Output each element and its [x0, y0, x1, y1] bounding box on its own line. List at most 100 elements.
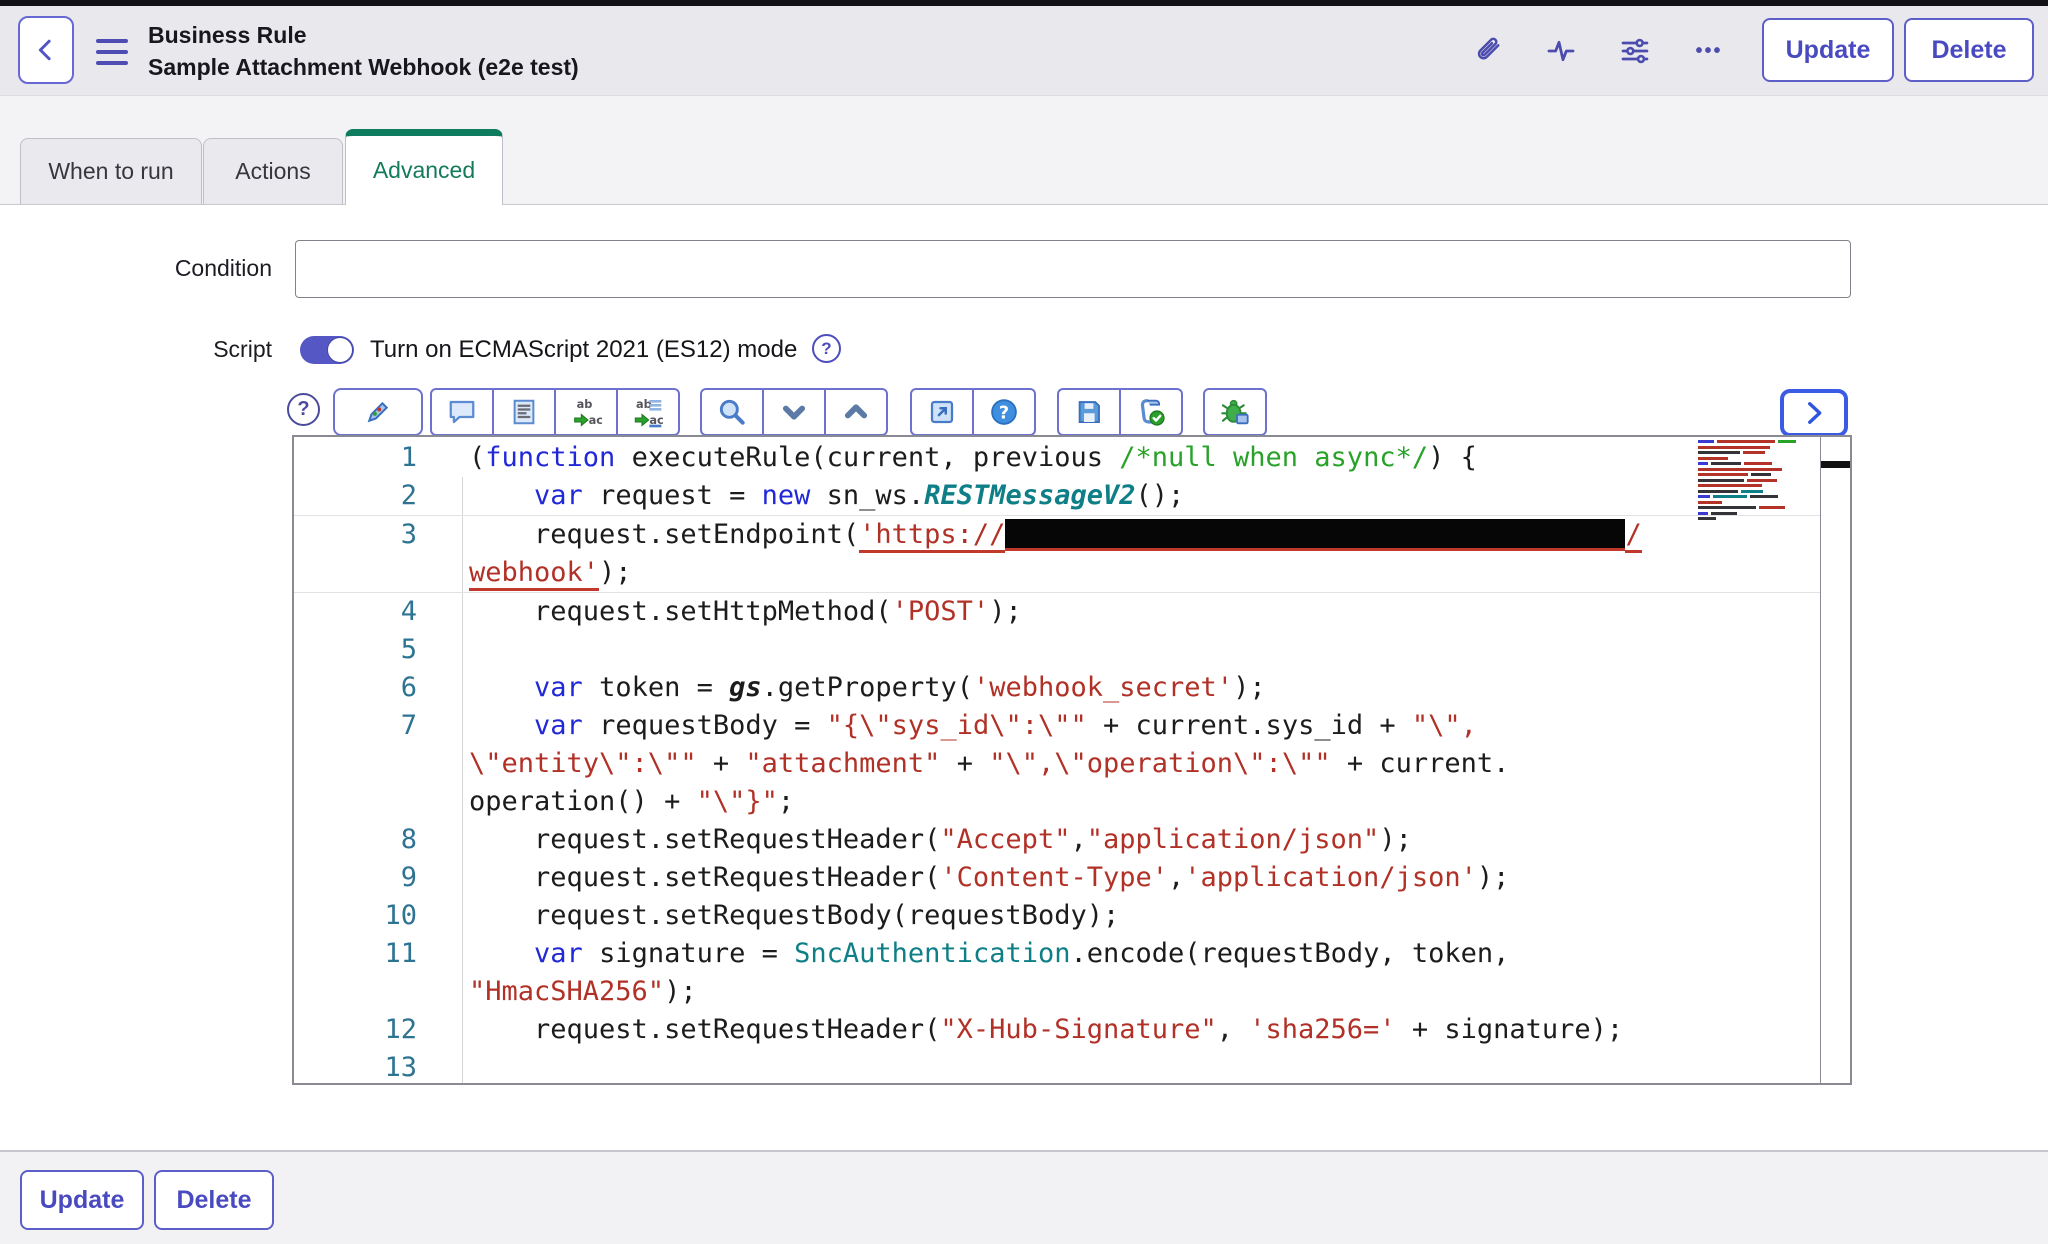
svg-text:ac: ac: [589, 413, 602, 427]
personalize-sliders-icon[interactable]: [1618, 34, 1652, 68]
code-line[interactable]: 12 request.setRequestHeader("X-Hub-Signa…: [294, 1011, 1820, 1049]
chevron-down-icon: [780, 398, 808, 426]
toolbar-group-edit: abac abac: [430, 388, 680, 436]
line-number: 3: [294, 516, 417, 592]
replace-all-ab-ac-icon: abac: [632, 396, 664, 428]
line-number: 9: [294, 859, 417, 897]
code-line[interactable]: 11 var signature = SncAuthentication.enc…: [294, 935, 1820, 1011]
line-number: 2: [294, 477, 417, 515]
code-line[interactable]: 8 request.setRequestHeader("Accept","app…: [294, 821, 1820, 859]
chevron-right-icon: [1797, 396, 1831, 430]
format-code-button[interactable]: [492, 388, 556, 436]
toggle-comment-button[interactable]: [430, 388, 494, 436]
replace-all-icon-button[interactable]: abac: [616, 388, 680, 436]
code-line[interactable]: 13: [294, 1049, 1820, 1085]
code-line[interactable]: 10 request.setRequestBody(requestBody);: [294, 897, 1820, 935]
code-minimap[interactable]: [1698, 440, 1816, 526]
line-number: 10: [294, 897, 417, 935]
es-mode-label: Turn on ECMAScript 2021 (ES12) mode: [370, 336, 797, 364]
comment-bubble-icon: [447, 397, 477, 427]
check-syntax-button[interactable]: [1119, 388, 1183, 436]
line-number: 8: [294, 821, 417, 859]
business-rule-form: Business Rule Sample Attachment Webhook …: [0, 0, 2048, 1244]
code-line[interactable]: 6 var token = gs.getProperty('webhook_se…: [294, 669, 1820, 707]
save-button[interactable]: [1057, 388, 1121, 436]
scrollbar-thumb[interactable]: [1821, 461, 1850, 468]
syntax-editor-toggle-button[interactable]: [333, 388, 423, 436]
document-lines-icon: [509, 397, 539, 427]
code-line[interactable]: 9 request.setRequestHeader('Content-Type…: [294, 859, 1820, 897]
replace-icon-button[interactable]: ab ac: [554, 388, 618, 436]
chevron-up-icon: [842, 398, 870, 426]
toolbar-group-debug: [1203, 388, 1267, 436]
script-label: Script: [22, 336, 272, 363]
open-in-new-window-button[interactable]: [910, 388, 974, 436]
floppy-disk-icon: [1074, 397, 1104, 427]
more-options-icon[interactable]: •••: [1692, 34, 1726, 68]
toolbar-group-window: ?: [910, 388, 1036, 436]
tab-band: When to run Actions Advanced: [0, 96, 2048, 205]
line-number: 4: [294, 593, 417, 631]
redacted-url-block: [1005, 519, 1625, 551]
es-mode-toggle[interactable]: [300, 336, 354, 364]
condition-label: Condition: [22, 255, 272, 282]
toolbar-group-save: [1057, 388, 1183, 436]
replace-ab-ac-icon: ab ac: [570, 396, 602, 428]
scroll-check-icon: [1135, 396, 1167, 428]
tab-when-to-run[interactable]: When to run: [20, 138, 202, 204]
find-previous-button[interactable]: [824, 388, 888, 436]
svg-text:?: ?: [999, 403, 1009, 423]
tab-advanced[interactable]: Advanced: [345, 129, 503, 205]
delete-button-header[interactable]: Delete: [1904, 18, 2034, 82]
line-number: 12: [294, 1011, 417, 1049]
toolbar-group-find: [700, 388, 888, 436]
tab-actions[interactable]: Actions: [203, 138, 343, 204]
delete-button-footer[interactable]: Delete: [154, 1170, 274, 1230]
header-icon-row: •••: [1470, 6, 1726, 96]
search-icon: [716, 396, 748, 428]
search-button[interactable]: [700, 388, 764, 436]
back-button[interactable]: [18, 16, 74, 84]
find-next-button[interactable]: [762, 388, 826, 436]
chevron-left-icon: [31, 35, 61, 65]
record-header: Business Rule Sample Attachment Webhook …: [0, 6, 2048, 96]
code-line[interactable]: 5: [294, 631, 1820, 669]
activity-stream-icon[interactable]: [1544, 34, 1578, 68]
record-name-title: Sample Attachment Webhook (e2e test): [148, 51, 579, 83]
editor-scrollbar[interactable]: [1820, 437, 1850, 1083]
line-number: 6: [294, 669, 417, 707]
line-number: 11: [294, 935, 417, 1011]
help-sphere-icon: ?: [989, 397, 1019, 427]
script-code-editor[interactable]: 1(function executeRule(current, previous…: [292, 435, 1852, 1085]
bug-icon: [1219, 396, 1251, 428]
line-number: 13: [294, 1049, 417, 1085]
es-mode-help-icon[interactable]: ?: [812, 334, 841, 363]
attachment-paperclip-icon[interactable]: [1470, 34, 1504, 68]
context-menu-icon[interactable]: [96, 39, 128, 65]
toolbar-group-syntax: [333, 388, 423, 436]
debug-button[interactable]: [1203, 388, 1267, 436]
record-title-block: Business Rule Sample Attachment Webhook …: [148, 19, 579, 83]
form-footer: Update Delete: [0, 1150, 2048, 1244]
syntax-pencil-icon: [363, 397, 393, 427]
line-number: 1: [294, 439, 417, 477]
condition-input[interactable]: [295, 240, 1851, 298]
code-lines: 1(function executeRule(current, previous…: [294, 439, 1820, 1085]
code-line[interactable]: 1(function executeRule(current, previous…: [294, 439, 1820, 477]
record-type-title: Business Rule: [148, 19, 579, 51]
editor-help-icon[interactable]: ?: [287, 393, 320, 426]
advanced-tab-panel: Condition Script Turn on ECMAScript 2021…: [0, 205, 2048, 1150]
external-link-icon: [927, 397, 957, 427]
code-line[interactable]: 4 request.setHttpMethod('POST');: [294, 593, 1820, 631]
line-number: 7: [294, 707, 417, 821]
code-line[interactable]: 2 var request = new sn_ws.RESTMessageV2(…: [294, 477, 1820, 515]
code-line[interactable]: 7 var requestBody = "{\"sys_id\":\"" + c…: [294, 707, 1820, 821]
toggle-knob: [327, 337, 353, 363]
editor-docs-help-button[interactable]: ?: [972, 388, 1036, 436]
svg-text:ab: ab: [577, 397, 593, 411]
code-line[interactable]: 3 request.setEndpoint('https:///webhook'…: [294, 515, 1820, 593]
update-button-header[interactable]: Update: [1762, 18, 1894, 82]
expand-editor-button[interactable]: [1780, 389, 1848, 437]
update-button-footer[interactable]: Update: [20, 1170, 144, 1230]
line-number: 5: [294, 631, 417, 669]
